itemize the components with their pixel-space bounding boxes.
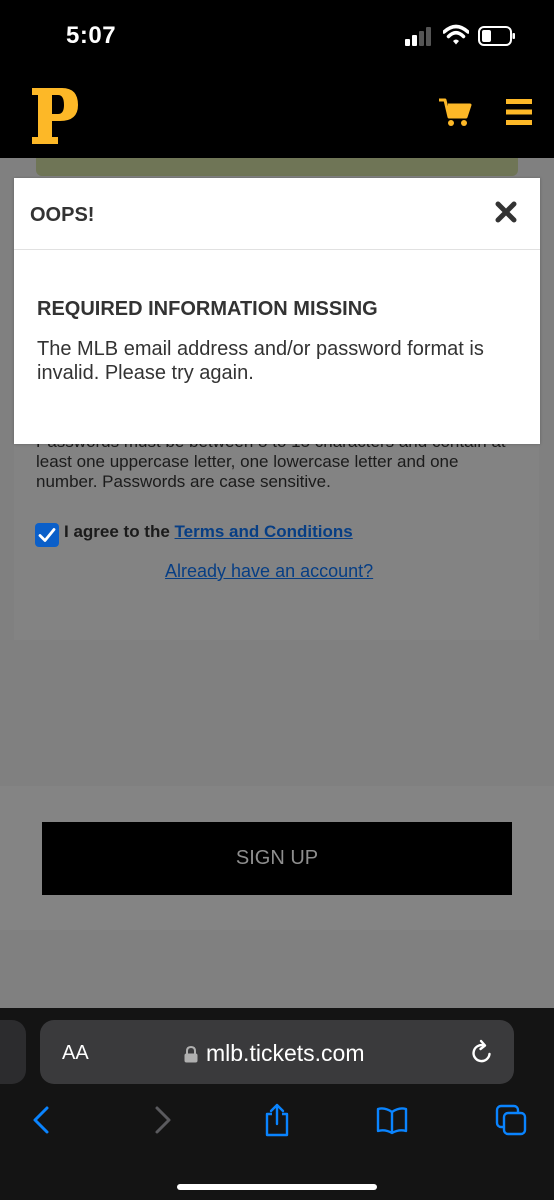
tabs-icon[interactable] bbox=[495, 1103, 527, 1137]
reload-icon[interactable] bbox=[470, 1039, 494, 1065]
agree-prefix: I agree to the bbox=[64, 522, 170, 541]
modal-heading: REQUIRED INFORMATION MISSING bbox=[37, 298, 378, 320]
close-icon[interactable] bbox=[493, 199, 519, 225]
terms-link[interactable]: Terms and Conditions bbox=[175, 522, 353, 541]
sign-up-button[interactable]: SIGN UP bbox=[42, 822, 512, 895]
already-have-account-link[interactable]: Already have an account? bbox=[165, 561, 373, 582]
agree-label: I agree to the Terms and Conditions bbox=[64, 522, 353, 542]
wifi-icon bbox=[443, 24, 469, 45]
agree-checkbox[interactable] bbox=[35, 523, 59, 547]
lock-icon bbox=[184, 1046, 198, 1063]
share-icon[interactable] bbox=[261, 1103, 293, 1137]
form-alert-strip bbox=[36, 158, 518, 176]
battery-icon bbox=[478, 26, 515, 46]
modal-title: OOPS! bbox=[30, 204, 95, 226]
url-text[interactable]: mlb.tickets.com bbox=[206, 1040, 364, 1067]
bookmarks-icon[interactable] bbox=[376, 1103, 408, 1137]
back-icon[interactable] bbox=[26, 1103, 58, 1137]
forward-icon[interactable] bbox=[146, 1103, 178, 1137]
cart-icon[interactable] bbox=[438, 95, 472, 129]
cellular-signal-icon bbox=[405, 27, 431, 46]
modal-divider bbox=[14, 249, 540, 250]
hamburger-menu-icon[interactable] bbox=[506, 98, 532, 126]
previous-tab-stub[interactable] bbox=[0, 1020, 26, 1084]
pirates-p-logo[interactable] bbox=[30, 85, 80, 147]
modal-message: The MLB email address and/or password fo… bbox=[37, 338, 484, 384]
text-size-button[interactable]: AA bbox=[62, 1042, 89, 1065]
status-time: 5:07 bbox=[66, 22, 117, 49]
home-indicator bbox=[177, 1184, 377, 1190]
